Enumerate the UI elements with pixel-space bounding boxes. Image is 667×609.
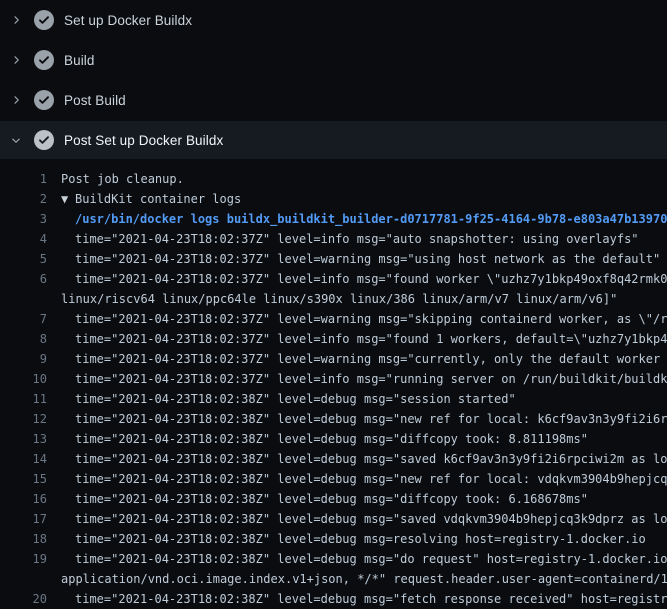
step-label: Build <box>64 53 95 68</box>
log-line-number[interactable]: 5 <box>0 249 47 269</box>
step-row-build[interactable]: Build <box>0 40 667 80</box>
log-line: 2 ▼BuildKit container logs <box>0 189 667 209</box>
check-circle-icon <box>34 130 54 150</box>
log-line-number[interactable]: 16 <box>0 489 47 509</box>
log-line-number[interactable]: 9 <box>0 349 47 369</box>
log-line-text: time="2021-04-23T18:02:38Z" level=debug … <box>75 449 667 469</box>
log-line-text: linux/riscv64 linux/ppc64le linux/s390x … <box>61 289 667 309</box>
step-label: Set up Docker Buildx <box>64 13 192 28</box>
chevron-right-icon <box>10 54 22 66</box>
step-label: Post Set up Docker Buildx <box>64 133 223 148</box>
log-line-number[interactable]: 8 <box>0 329 47 349</box>
log-line-number[interactable]: 10 <box>0 369 47 389</box>
log-line-text: time="2021-04-23T18:02:37Z" level=warnin… <box>75 309 667 329</box>
log-command-text: /usr/bin/docker logs buildx_buildkit_bui… <box>75 209 667 229</box>
log-line-number[interactable]: 20 <box>0 589 47 609</box>
log-line-text: time="2021-04-23T18:02:38Z" level=debug … <box>75 509 667 529</box>
log-line-text: time="2021-04-23T18:02:37Z" level=warnin… <box>75 349 667 369</box>
log-line: 7 time="2021-04-23T18:02:37Z" level=warni… <box>0 309 667 329</box>
log-line-text: time="2021-04-23T18:02:37Z" level=warnin… <box>75 249 667 269</box>
log-line: 16 time="2021-04-23T18:02:38Z" level=debu… <box>0 489 667 509</box>
check-circle-icon <box>34 50 54 70</box>
log-line: 8 time="2021-04-23T18:02:37Z" level=info … <box>0 329 667 349</box>
log-line-continuation: linux/riscv64 linux/ppc64le linux/s390x … <box>0 289 667 309</box>
log-line-continuation: application/vnd.oci.image.index.v1+json,… <box>0 569 667 589</box>
chevron-right-icon <box>10 14 22 26</box>
log-line-number[interactable]: 18 <box>0 529 47 549</box>
log-line-number[interactable]: 19 <box>0 549 47 569</box>
log-line-text: time="2021-04-23T18:02:38Z" level=debug … <box>75 409 667 429</box>
step-row-post-build[interactable]: Post Build <box>0 80 667 120</box>
step-row-set-up-docker-buildx[interactable]: Set up Docker Buildx <box>0 0 667 40</box>
log-line: 5 time="2021-04-23T18:02:37Z" level=warni… <box>0 249 667 269</box>
log-line: 14 time="2021-04-23T18:02:38Z" level=debu… <box>0 449 667 469</box>
log-line: 10 time="2021-04-23T18:02:37Z" level=info… <box>0 369 667 389</box>
log-line: 11 time="2021-04-23T18:02:38Z" level=debu… <box>0 389 667 409</box>
log-line-number <box>0 569 47 589</box>
log-line-number[interactable]: 15 <box>0 469 47 489</box>
log-line-text: Post job cleanup. <box>61 169 667 189</box>
log-line: 9 time="2021-04-23T18:02:37Z" level=warni… <box>0 349 667 369</box>
log-line: 12 time="2021-04-23T18:02:38Z" level=debu… <box>0 409 667 429</box>
log-line-number[interactable]: 6 <box>0 269 47 289</box>
log-line-text: time="2021-04-23T18:02:38Z" level=debug … <box>75 549 667 569</box>
log-line-number[interactable]: 17 <box>0 509 47 529</box>
log-line: 3/usr/bin/docker logs buildx_buildkit_bu… <box>0 209 667 229</box>
log-line: 13 time="2021-04-23T18:02:38Z" level=debu… <box>0 429 667 449</box>
log-lines: 1 Post job cleanup. 2 ▼BuildKit container l… <box>0 160 667 609</box>
log-line-text: time="2021-04-23T18:02:37Z" level=info m… <box>75 269 667 289</box>
log-line-text: time="2021-04-23T18:02:38Z" level=debug … <box>75 389 667 409</box>
log-line: 19 time="2021-04-23T18:02:38Z" level=debu… <box>0 549 667 569</box>
chevron-right-icon <box>10 94 22 106</box>
log-line: 20 time="2021-04-23T18:02:38Z" level=debu… <box>0 589 667 609</box>
log-line: 1 Post job cleanup. <box>0 169 667 189</box>
check-circle-icon <box>34 10 54 30</box>
log-line-text: BuildKit container logs <box>75 189 667 209</box>
log-line-number[interactable]: 4 <box>0 229 47 249</box>
log-line-number[interactable]: 3 <box>0 209 47 229</box>
log-line: 18 time="2021-04-23T18:02:38Z" level=debu… <box>0 529 667 549</box>
log-line-text: time="2021-04-23T18:02:38Z" level=debug … <box>75 529 667 549</box>
step-row-post-set-up-docker-buildx[interactable]: Post Set up Docker Buildx <box>0 121 667 159</box>
log-line-number[interactable]: 2 <box>0 189 47 209</box>
log-line: 15 time="2021-04-23T18:02:38Z" level=debu… <box>0 469 667 489</box>
log-line: 6 time="2021-04-23T18:02:37Z" level=info … <box>0 269 667 289</box>
log-line-text: time="2021-04-23T18:02:38Z" level=debug … <box>75 429 667 449</box>
log-line-text: time="2021-04-23T18:02:37Z" level=info m… <box>75 329 667 349</box>
log-line-text: time="2021-04-23T18:02:38Z" level=debug … <box>75 469 667 489</box>
log-line-text: time="2021-04-23T18:02:38Z" level=debug … <box>75 489 667 509</box>
log-line: 17 time="2021-04-23T18:02:38Z" level=debu… <box>0 509 667 529</box>
log-line-number[interactable]: 12 <box>0 409 47 429</box>
step-label: Post Build <box>64 93 126 108</box>
log-line-text: application/vnd.oci.image.index.v1+json,… <box>61 569 667 589</box>
log-line-text: time="2021-04-23T18:02:37Z" level=info m… <box>75 369 667 389</box>
log-group-toggle-icon[interactable]: ▼ <box>61 189 75 209</box>
log-line-number[interactable]: 11 <box>0 389 47 409</box>
log-line-number[interactable]: 7 <box>0 309 47 329</box>
log-line-text: time="2021-04-23T18:02:37Z" level=info m… <box>75 229 667 249</box>
log-line-number[interactable]: 1 <box>0 169 47 189</box>
log-line-number[interactable]: 13 <box>0 429 47 449</box>
log-line-number[interactable]: 14 <box>0 449 47 469</box>
log-line-text: time="2021-04-23T18:02:38Z" level=debug … <box>75 589 667 609</box>
log-line-number <box>0 289 47 309</box>
log-line: 4 time="2021-04-23T18:02:37Z" level=info … <box>0 229 667 249</box>
check-circle-icon <box>34 90 54 110</box>
steps-list: Set up Docker Buildx Build Post Build Po… <box>0 0 667 159</box>
chevron-down-icon <box>10 134 22 146</box>
